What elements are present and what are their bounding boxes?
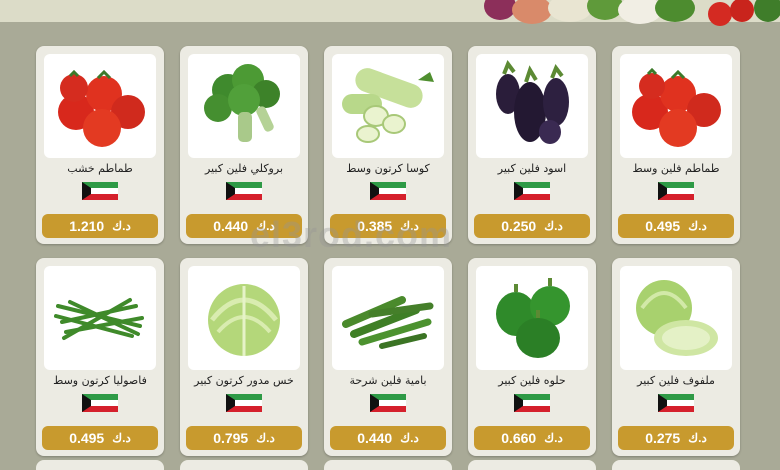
- product-card[interactable]: طماطم فلين وسط 0.495 د.ك: [612, 46, 740, 244]
- product-photo: [44, 266, 156, 370]
- price-value: 0.250: [501, 218, 537, 234]
- zucchini-icon: [342, 68, 434, 143]
- price-tag: 1.210 د.ك: [42, 214, 158, 238]
- product-card[interactable]: بروكلي فلين كبير 0.440 د.ك: [180, 46, 308, 244]
- product-card[interactable]: طماطم خشب 1.210 د.ك: [36, 46, 164, 244]
- kuwait-flag-icon: [370, 182, 406, 200]
- eggplant-icon: [496, 59, 569, 144]
- price-value: 0.495: [645, 218, 681, 234]
- currency-label: د.ك: [544, 431, 563, 445]
- currency-label: د.ك: [688, 431, 707, 445]
- product-card[interactable]: حلوه فلين كبير 0.660 د.ك: [468, 258, 596, 456]
- product-name: طماطم خشب: [67, 162, 133, 175]
- product-card[interactable]: كوسا كرتون وسط 0.385 د.ك: [324, 46, 452, 244]
- vegetables-banner-icon: [484, 0, 780, 26]
- currency-label: د.ك: [256, 431, 275, 445]
- product-name: كوسا كرتون وسط: [346, 162, 430, 175]
- product-name: فاصوليا كرتون وسط: [53, 374, 147, 387]
- lettuce-icon: [208, 284, 280, 356]
- green-beans-icon: [54, 298, 144, 340]
- currency-label: د.ك: [400, 431, 419, 445]
- product-card: [468, 460, 596, 470]
- kuwait-flag-icon: [514, 394, 550, 412]
- next-row-cards: [36, 460, 748, 470]
- product-photo: [620, 54, 732, 158]
- price-tag: 0.275 د.ك: [618, 426, 734, 450]
- price-value: 0.440: [213, 218, 249, 234]
- product-name: حلوه فلين كبير: [498, 374, 566, 387]
- price-tag: 0.495 د.ك: [618, 214, 734, 238]
- price-value: 0.385: [357, 218, 393, 234]
- price-value: 0.440: [357, 430, 393, 446]
- product-card[interactable]: ملفوف فلين كبير 0.275 د.ك: [612, 258, 740, 456]
- tomatoes-icon: [632, 67, 721, 147]
- price-tag: 0.660 د.ك: [474, 426, 590, 450]
- price-tag: 0.440 د.ك: [186, 214, 302, 238]
- kuwait-flag-icon: [658, 394, 694, 412]
- product-card[interactable]: خس مدور كرتون كبير 0.795 د.ك: [180, 258, 308, 456]
- product-card[interactable]: اسود فلين كبير 0.250 د.ك: [468, 46, 596, 244]
- product-photo: [620, 266, 732, 370]
- product-photo: [44, 54, 156, 158]
- product-card: [36, 460, 164, 470]
- price-tag: 0.250 د.ك: [474, 214, 590, 238]
- green-pepper-icon: [496, 278, 570, 358]
- okra-icon: [342, 296, 434, 349]
- product-photo: [332, 54, 444, 158]
- price-value: 0.275: [645, 430, 681, 446]
- price-value: 0.660: [501, 430, 537, 446]
- price-value: 0.795: [213, 430, 249, 446]
- kuwait-flag-icon: [226, 394, 262, 412]
- product-card[interactable]: بامية فلين شرحة 0.440 د.ك: [324, 258, 452, 456]
- currency-label: د.ك: [112, 219, 131, 233]
- product-name: طماطم فلين وسط: [632, 162, 720, 175]
- product-name: ملفوف فلين كبير: [637, 374, 715, 387]
- product-photo: [188, 54, 300, 158]
- kuwait-flag-icon: [82, 394, 118, 412]
- currency-label: د.ك: [688, 219, 707, 233]
- currency-label: د.ك: [400, 219, 419, 233]
- price-tag: 0.495 د.ك: [42, 426, 158, 450]
- currency-label: د.ك: [256, 219, 275, 233]
- currency-label: د.ك: [112, 431, 131, 445]
- price-tag: 0.440 د.ك: [330, 426, 446, 450]
- price-tag: 0.795 د.ك: [186, 426, 302, 450]
- tomatoes-icon: [58, 69, 145, 147]
- product-card: [180, 460, 308, 470]
- product-name: بامية فلين شرحة: [349, 374, 427, 387]
- product-name: اسود فلين كبير: [497, 162, 567, 175]
- kuwait-flag-icon: [658, 182, 694, 200]
- price-tag: 0.385 د.ك: [330, 214, 446, 238]
- broccoli-icon: [204, 64, 280, 142]
- product-card[interactable]: فاصوليا كرتون وسط 0.495 د.ك: [36, 258, 164, 456]
- price-value: 1.210: [69, 218, 105, 234]
- cabbage-icon: [636, 280, 718, 356]
- product-name: خس مدور كرتون كبير: [194, 374, 294, 387]
- product-photo: [332, 266, 444, 370]
- kuwait-flag-icon: [370, 394, 406, 412]
- product-card: [612, 460, 740, 470]
- product-name: بروكلي فلين كبير: [204, 162, 284, 175]
- product-photo: [188, 266, 300, 370]
- kuwait-flag-icon: [514, 182, 550, 200]
- product-grid: طماطم خشب 1.210 د.ك بروكلي فلين كبير 0.4…: [36, 46, 748, 456]
- product-card: [324, 460, 452, 470]
- product-photo: [476, 54, 588, 158]
- currency-label: د.ك: [544, 219, 563, 233]
- price-value: 0.495: [69, 430, 105, 446]
- product-photo: [476, 266, 588, 370]
- kuwait-flag-icon: [82, 182, 118, 200]
- kuwait-flag-icon: [226, 182, 262, 200]
